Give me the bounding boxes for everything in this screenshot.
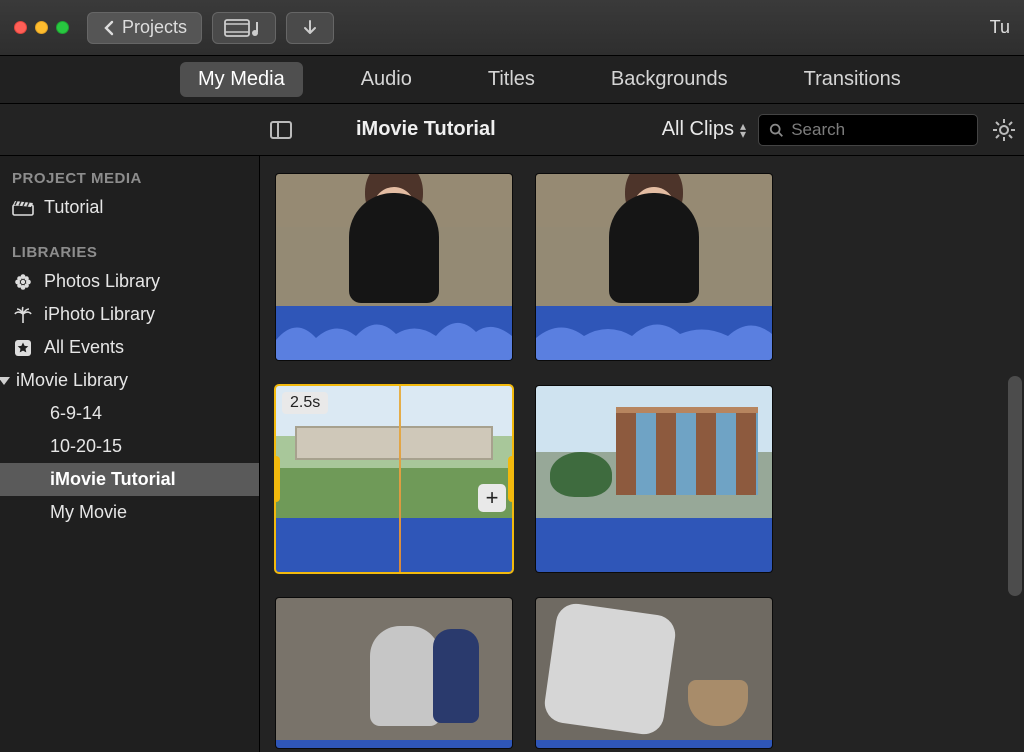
palm-icon <box>12 306 34 324</box>
sidebar-item-label: iMovie Library <box>16 370 128 391</box>
chevron-left-icon <box>102 20 116 36</box>
clip-waveform <box>536 306 772 360</box>
clip-waveform <box>536 518 772 572</box>
search-input[interactable] <box>791 120 967 140</box>
minimize-window-button[interactable] <box>35 21 48 34</box>
clip-duration-badge: 2.5s <box>282 392 328 414</box>
disclosure-triangle-icon[interactable] <box>0 377 10 385</box>
flower-icon <box>12 273 34 291</box>
titlebar: Projects Tu <box>0 0 1024 56</box>
sidebar-toggle-icon[interactable] <box>270 121 292 139</box>
clip-thumbnail <box>276 174 512 306</box>
sidebar-item-label: iMovie Tutorial <box>50 469 176 490</box>
clip-waveform <box>536 740 772 748</box>
tab-my-media[interactable]: My Media <box>180 62 303 97</box>
sidebar-item-iphoto-library[interactable]: iPhoto Library <box>0 298 259 331</box>
clapperboard-icon <box>12 199 34 217</box>
filmstrip-music-icon <box>224 18 264 38</box>
projects-back-label: Projects <box>122 17 187 38</box>
clip-item[interactable] <box>276 174 512 360</box>
browser-title: iMovie Tutorial <box>356 118 496 141</box>
tab-transitions[interactable]: Transitions <box>786 62 919 97</box>
sidebar-item-all-events[interactable]: All Events <box>0 331 259 364</box>
tab-audio[interactable]: Audio <box>343 62 430 97</box>
clip-waveform <box>276 518 512 572</box>
clip-item[interactable] <box>276 598 512 748</box>
section-project-media: PROJECT MEDIA <box>0 162 259 191</box>
clip-thumbnail <box>536 598 772 740</box>
sidebar-item-tutorial[interactable]: Tutorial <box>0 191 259 224</box>
sidebar-item-photos-library[interactable]: Photos Library <box>0 265 259 298</box>
search-icon <box>769 122 783 138</box>
media-tabs: My Media Audio Titles Backgrounds Transi… <box>0 56 1024 104</box>
browser-toolbar: iMovie Tutorial All Clips ▴▾ <box>0 104 1024 156</box>
tab-titles[interactable]: Titles <box>470 62 553 97</box>
gear-icon <box>992 118 1016 142</box>
sidebar-item-label: 10-20-15 <box>50 436 122 457</box>
sign-text: THE · PENNSYLVANIA · STATE · UNIVERSITY <box>276 428 512 435</box>
updown-caret-icon: ▴▾ <box>740 122 746 138</box>
sidebar-event-my-movie[interactable]: My Movie <box>0 496 259 529</box>
sidebar-item-label: All Events <box>44 337 124 358</box>
library-sidebar: PROJECT MEDIA Tutorial LIBRARIES Photos … <box>0 156 260 752</box>
star-box-icon <box>12 339 34 357</box>
sidebar-event-6-9-14[interactable]: 6-9-14 <box>0 397 259 430</box>
close-window-button[interactable] <box>14 21 27 34</box>
sidebar-event-imovie-tutorial[interactable]: iMovie Tutorial <box>0 463 259 496</box>
media-import-button[interactable] <box>212 12 276 44</box>
arrow-down-icon <box>301 19 319 37</box>
sidebar-item-label: Tutorial <box>44 197 103 218</box>
clip-item[interactable] <box>536 598 772 748</box>
clip-item-selected[interactable]: 2.5s + THE · PENNSYLVANIA · STATE · UNIV… <box>276 386 512 572</box>
clip-filter-label: All Clips <box>662 118 734 141</box>
sidebar-item-imovie-library[interactable]: iMovie Library <box>0 364 259 397</box>
add-clip-button[interactable]: + <box>478 484 506 512</box>
sidebar-item-label: My Movie <box>50 502 127 523</box>
clip-waveform <box>276 306 512 360</box>
clip-waveform <box>276 740 512 748</box>
section-libraries: LIBRARIES <box>0 236 259 265</box>
import-download-button[interactable] <box>286 12 334 44</box>
tab-backgrounds[interactable]: Backgrounds <box>593 62 746 97</box>
projects-back-button[interactable]: Projects <box>87 12 202 44</box>
sidebar-item-label: iPhoto Library <box>44 304 155 325</box>
fullscreen-window-button[interactable] <box>56 21 69 34</box>
clip-filter-dropdown[interactable]: All Clips ▴▾ <box>662 118 746 141</box>
vertical-scrollbar[interactable] <box>1008 376 1022 596</box>
search-field[interactable] <box>758 114 978 146</box>
sidebar-item-label: Photos Library <box>44 271 160 292</box>
sidebar-event-10-20-15[interactable]: 10-20-15 <box>0 430 259 463</box>
clip-thumbnail <box>536 174 772 306</box>
clip-item[interactable] <box>536 174 772 360</box>
browser-settings-button[interactable] <box>990 116 1018 144</box>
window-title-trail: Tu <box>990 17 1010 38</box>
clip-browser: 2.5s + THE · PENNSYLVANIA · STATE · UNIV… <box>260 156 1024 752</box>
window-controls <box>14 21 69 34</box>
sidebar-item-label: 6-9-14 <box>50 403 102 424</box>
clip-thumbnail <box>276 598 512 740</box>
clip-thumbnail <box>536 386 772 518</box>
clip-item[interactable] <box>536 386 772 572</box>
main-split: PROJECT MEDIA Tutorial LIBRARIES Photos … <box>0 156 1024 752</box>
clip-grid: 2.5s + THE · PENNSYLVANIA · STATE · UNIV… <box>276 174 1008 748</box>
playhead-indicator[interactable] <box>399 386 401 572</box>
